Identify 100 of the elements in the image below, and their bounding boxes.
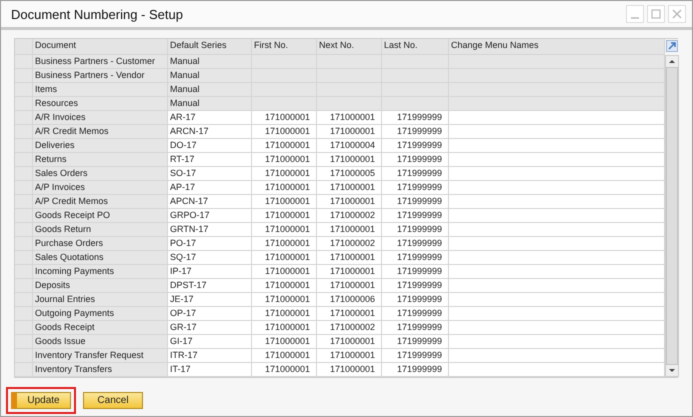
row-number-cell[interactable]	[15, 55, 33, 69]
table-cell: 171999999	[382, 293, 449, 307]
table-cell: 171999999	[382, 111, 449, 125]
table-cell: 171000001	[252, 363, 317, 377]
row-number-cell[interactable]	[15, 349, 33, 363]
table-cell: A/R Credit Memos	[33, 125, 168, 139]
row-number-cell[interactable]	[15, 167, 33, 181]
table-cell: 171999999	[382, 237, 449, 251]
column-header[interactable]: Default Series	[168, 39, 252, 55]
table-cell: Manual	[168, 69, 252, 83]
row-number-cell[interactable]	[15, 153, 33, 167]
table-cell: 171000001	[252, 265, 317, 279]
row-number-cell[interactable]	[15, 181, 33, 195]
table-cell: 171999999	[382, 223, 449, 237]
table-cell: 171000001	[252, 293, 317, 307]
table-cell: 171000001	[252, 209, 317, 223]
table-cell: Sales Quotations	[33, 251, 168, 265]
table-cell: 171000001	[317, 335, 382, 349]
column-header[interactable]: First No.	[252, 39, 317, 55]
vertical-scrollbar[interactable]	[665, 55, 679, 377]
row-number-cell[interactable]	[15, 209, 33, 223]
table-cell: Resources	[33, 97, 168, 111]
table-cell: 171000001	[317, 349, 382, 363]
table-cell: 171000001	[252, 335, 317, 349]
table-cell: 171000001	[252, 279, 317, 293]
row-number-cell[interactable]	[15, 69, 33, 83]
table-cell: 171000001	[317, 265, 382, 279]
table-cell	[382, 97, 449, 111]
table-cell: 171999999	[382, 321, 449, 335]
table-cell: 171000001	[317, 307, 382, 321]
table-cell: DO-17	[168, 139, 252, 153]
table-cell: Items	[33, 83, 168, 97]
column-header[interactable]: Document	[33, 39, 168, 55]
table-cell: 171000001	[317, 153, 382, 167]
maximize-icon[interactable]	[647, 5, 665, 23]
table-cell: AR-17	[168, 111, 252, 125]
row-number-cell[interactable]	[15, 195, 33, 209]
table-cell: 171000001	[317, 363, 382, 377]
table-cell: Returns	[33, 153, 168, 167]
row-number-cell[interactable]	[15, 83, 33, 97]
table-cell: 171000001	[317, 223, 382, 237]
table-cell: 171000001	[252, 237, 317, 251]
row-number-cell[interactable]	[15, 307, 33, 321]
row-number-cell[interactable]	[15, 237, 33, 251]
table-cell: ARCN-17	[168, 125, 252, 139]
table-cell: 171000001	[252, 251, 317, 265]
table-cell: 171000001	[317, 111, 382, 125]
row-number-cell[interactable]	[15, 139, 33, 153]
row-number-cell[interactable]	[15, 111, 33, 125]
row-number-cell[interactable]	[15, 321, 33, 335]
table-cell: 171000001	[317, 125, 382, 139]
table-cell: AP-17	[168, 181, 252, 195]
row-number-cell[interactable]	[15, 293, 33, 307]
table-cell: 171999999	[382, 181, 449, 195]
column-header[interactable]: Change Menu Names	[449, 39, 665, 55]
table-cell: Inventory Transfer Request	[33, 349, 168, 363]
table-cell: 171000001	[252, 181, 317, 195]
table-cell: 171999999	[382, 167, 449, 181]
table-cell: Deliveries	[33, 139, 168, 153]
table-cell: RT-17	[168, 153, 252, 167]
row-number-cell[interactable]	[15, 335, 33, 349]
table-cell: 171000002	[317, 321, 382, 335]
table-cell: 171000001	[252, 125, 317, 139]
column-header[interactable]: Last No.	[382, 39, 449, 55]
table-cell: Outgoing Payments	[33, 307, 168, 321]
table-cell: Goods Issue	[33, 335, 168, 349]
table-cell	[252, 97, 317, 111]
table-cell: 171000001	[252, 307, 317, 321]
table-cell: Sales Orders	[33, 167, 168, 181]
row-number-cell[interactable]	[15, 97, 33, 111]
row-number-cell[interactable]	[15, 223, 33, 237]
table-cell: 171999999	[382, 139, 449, 153]
table-cell: 171000001	[252, 223, 317, 237]
table-cell: Journal Entries	[33, 293, 168, 307]
table-cell: GI-17	[168, 335, 252, 349]
table-cell: 171000001	[252, 195, 317, 209]
row-number-cell[interactable]	[15, 363, 33, 377]
table-cell: GRPO-17	[168, 209, 252, 223]
minimize-icon[interactable]	[626, 5, 644, 23]
table-cell: 171000002	[317, 237, 382, 251]
table-cell: JE-17	[168, 293, 252, 307]
table-cell: Goods Return	[33, 223, 168, 237]
row-number-cell[interactable]	[15, 265, 33, 279]
table-cell: 171999999	[382, 265, 449, 279]
close-icon[interactable]	[668, 5, 686, 23]
table-cell: 171000001	[317, 195, 382, 209]
table-cell: Goods Receipt	[33, 321, 168, 335]
table-cell	[317, 97, 382, 111]
table-cell: 171000002	[317, 209, 382, 223]
expand-icon[interactable]	[665, 39, 679, 53]
table-cell: A/P Invoices	[33, 181, 168, 195]
column-header[interactable]: Next No.	[317, 39, 382, 55]
cancel-button[interactable]: Cancel	[83, 392, 143, 409]
row-number-cell[interactable]	[15, 251, 33, 265]
table-cell: 171999999	[382, 209, 449, 223]
row-number-cell[interactable]	[15, 125, 33, 139]
table-cell: Inventory Transfers	[33, 363, 168, 377]
table-cell: 171000001	[252, 139, 317, 153]
row-number-cell[interactable]	[15, 279, 33, 293]
table-cell: 171000001	[252, 153, 317, 167]
